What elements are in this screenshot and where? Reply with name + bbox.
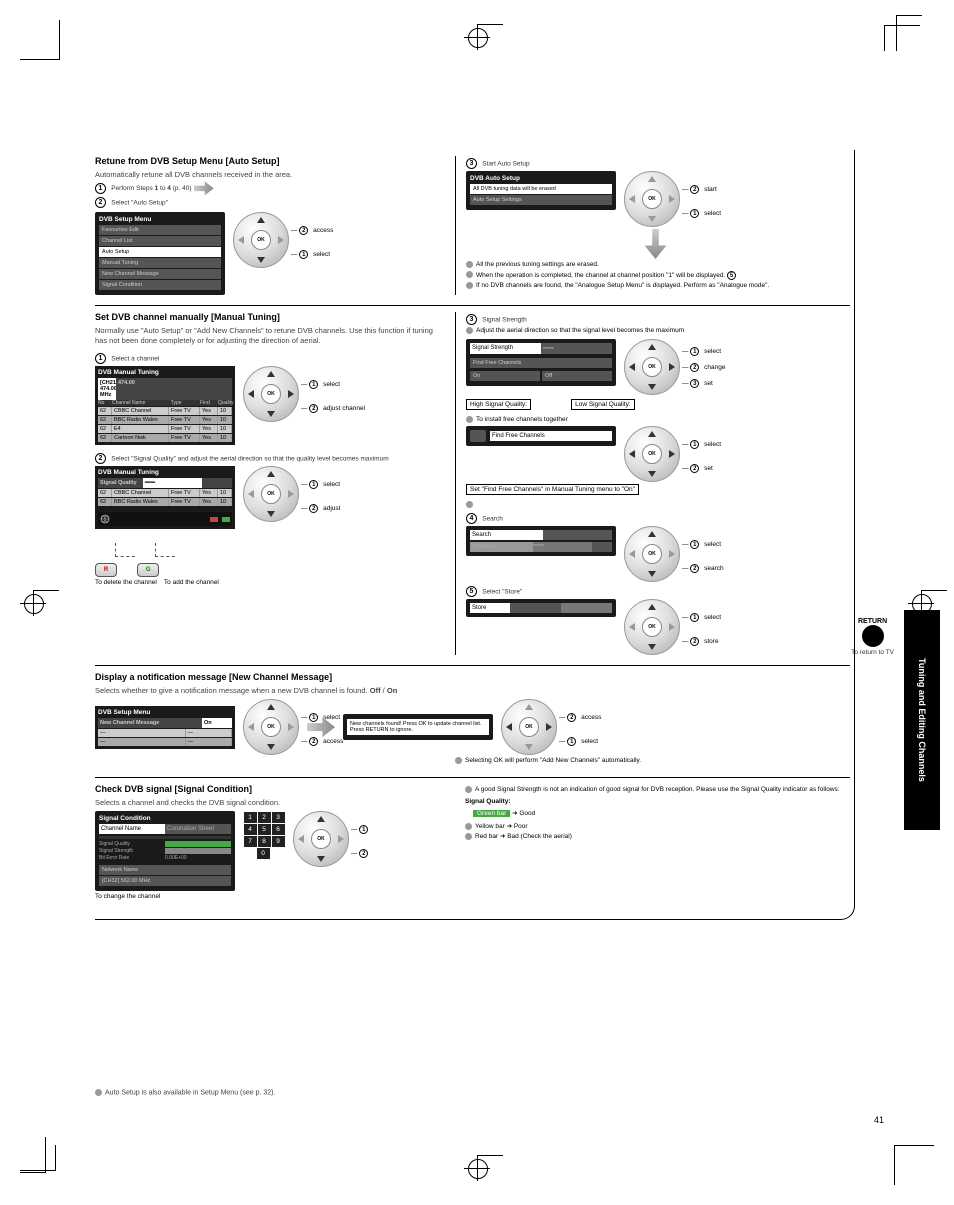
dpad-icon[interactable]: OK: [501, 699, 557, 755]
red-button[interactable]: R: [95, 563, 117, 577]
step-4-icon: 4: [466, 513, 477, 524]
page-content: Retune from DVB Setup Menu [Auto Setup] …: [95, 150, 855, 920]
new-channel-menu: DVB Setup Menu New Channel MessageOn —— …: [95, 706, 235, 749]
manual-tuning-table: DVB Manual Tuning [CH21] 474.00 MHz474.0…: [95, 366, 235, 445]
manual-tuning-table-2: DVB Manual Tuning Signal Quality━━━ 62CB…: [95, 466, 235, 529]
section3-intro: Selects whether to give a notification m…: [95, 686, 850, 695]
section3-title: Display a notification message [New Chan…: [95, 672, 850, 682]
new-channel-msg-box: New channels found! Press OK to update c…: [343, 714, 493, 740]
search-box: Search Progress━━━: [466, 526, 616, 556]
registration-bottom: [464, 1155, 490, 1181]
footer-note: Auto Setup is also available in Setup Me…: [95, 1089, 275, 1096]
crop-mark-bl: [20, 1145, 60, 1185]
auto-setup-warning: DVB Auto Setup All DVB tuning data will …: [466, 171, 616, 210]
dpad-icon[interactable]: OK: [624, 426, 680, 482]
dvb-setup-menu: DVB Setup Menu Favourites Edit Channel L…: [95, 212, 225, 295]
return-icon: [862, 625, 884, 647]
section-manual-tuning: Set DVB channel manually [Manual Tuning]…: [95, 305, 850, 664]
section-signal-condition: Check DVB signal [Signal Condition] Sele…: [95, 777, 850, 919]
arrow-right-icon: [194, 181, 214, 195]
number-pad[interactable]: 123 456 789 0: [243, 811, 285, 859]
section-auto-setup: Retune from DVB Setup Menu [Auto Setup] …: [95, 150, 850, 305]
menu-footer-bar: [98, 512, 232, 526]
green-button[interactable]: G: [137, 563, 159, 577]
install-note: Set "Find Free Channels" in Manual Tunin…: [466, 484, 639, 495]
low-quality-label: Low Signal Quality:: [571, 399, 635, 410]
find-free-box: Find Free Channels: [466, 426, 616, 446]
high-quality-label: High Signal Quality:: [466, 399, 531, 410]
step-1-icon: 1: [95, 183, 106, 194]
dpad-icon[interactable]: OK: [624, 171, 680, 227]
crop-mark-br: [894, 1145, 934, 1185]
page-number: 41: [874, 1115, 884, 1125]
step-2-icon: 2: [95, 453, 106, 464]
section1-intro: Automatically retune all DVB channels re…: [95, 170, 445, 179]
arrow-down-icon: [645, 229, 667, 259]
dpad-icon[interactable]: OK: [624, 599, 680, 655]
return-button[interactable]: RETURN To return to TV: [851, 618, 894, 656]
section2-title: Set DVB channel manually [Manual Tuning]: [95, 312, 445, 322]
dpad-icon[interactable]: OK: [243, 699, 299, 755]
step-3-icon: 3: [466, 314, 477, 325]
section2-intro: Normally use "Auto Setup" or "Add New Ch…: [95, 326, 445, 345]
section1-title: Retune from DVB Setup Menu [Auto Setup]: [95, 156, 445, 166]
return-hint: To return to TV: [851, 649, 894, 656]
dpad-icon[interactable]: OK: [243, 366, 299, 422]
world-icon: [100, 514, 110, 524]
section-new-channel-message: Display a notification message [New Chan…: [95, 665, 850, 777]
dpad-icon[interactable]: OK: [243, 466, 299, 522]
return-label: RETURN: [851, 618, 894, 625]
step-5-icon: 5: [466, 586, 477, 597]
section4-title: Check DVB signal [Signal Condition]: [95, 784, 445, 794]
crop-mark-tl: [20, 20, 60, 60]
dpad-icon[interactable]: OK: [624, 526, 680, 582]
registration-top: [464, 24, 490, 50]
section4-intro: Selects a channel and checks the DVB sig…: [95, 798, 445, 807]
dpad-icon[interactable]: OK: [233, 212, 289, 268]
dpad-icon[interactable]: OK: [624, 339, 680, 395]
crop-mark-tr: [884, 25, 924, 65]
signal-condition-box: Signal Condition Channel NameCoronation …: [95, 811, 235, 891]
registration-left: [20, 590, 46, 616]
step-3-icon: 3: [466, 158, 477, 169]
step-2-icon: 2: [95, 197, 106, 208]
step-1-icon: 1: [95, 353, 106, 364]
dpad-icon[interactable]: OK: [293, 811, 349, 867]
signal-strength-box: Signal Strength━━━ Find Free Channels On…: [466, 339, 616, 386]
side-tab: Tuning and Editing Channels: [904, 610, 940, 830]
store-box: Store: [466, 599, 616, 617]
